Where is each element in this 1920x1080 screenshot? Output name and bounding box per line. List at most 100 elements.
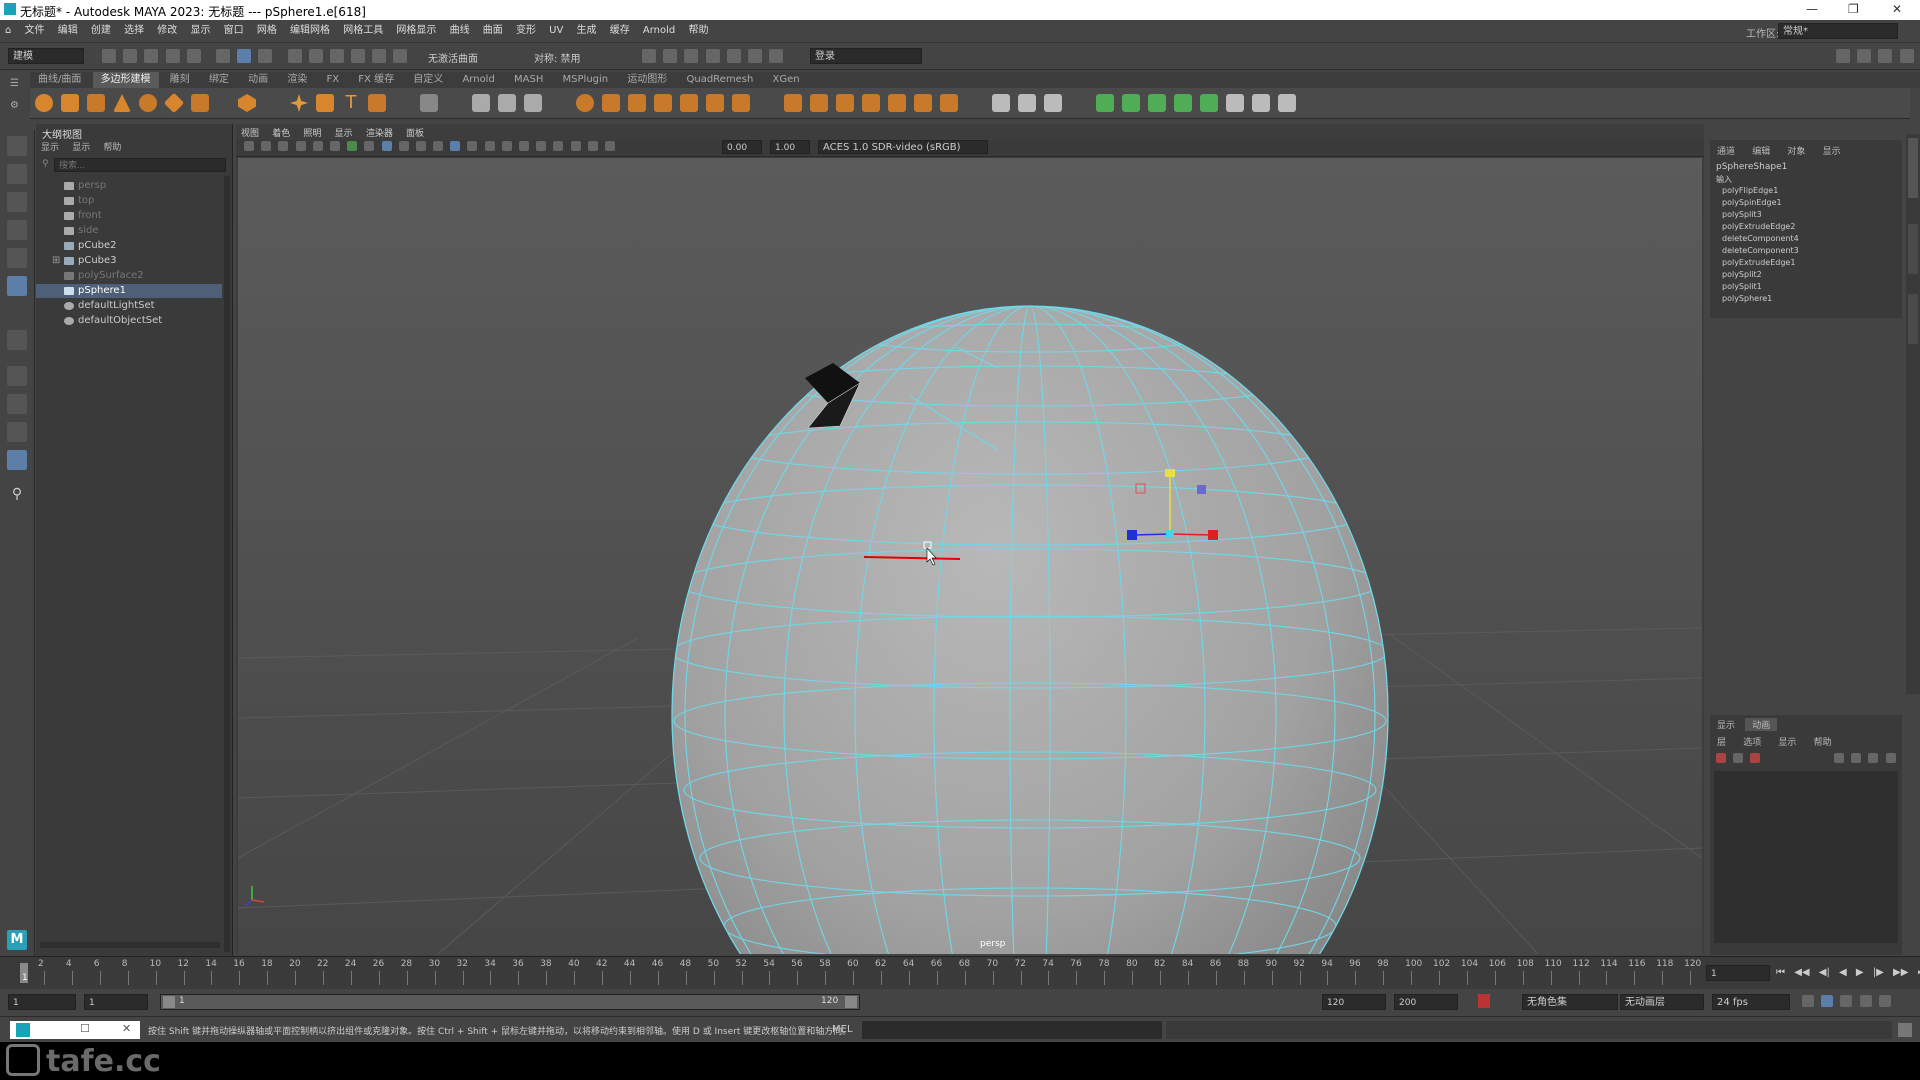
rotate-tool-icon[interactable] (7, 248, 27, 268)
bevel-icon[interactable] (836, 94, 854, 112)
login-dropdown[interactable]: 登录 (810, 48, 922, 64)
ipr-render-icon[interactable] (663, 49, 678, 63)
outliner-persp-layout-icon[interactable] (7, 450, 27, 470)
xray-joints-icon[interactable] (587, 141, 598, 151)
history-node[interactable]: deleteComponent3 (1722, 246, 1799, 255)
current-frame-field[interactable]: 1 (1706, 965, 1770, 981)
menu-display[interactable]: 显示 (185, 20, 215, 42)
select-tool-icon[interactable] (7, 136, 27, 156)
shelf-tab-msplugin[interactable]: MSPlugin (555, 72, 617, 88)
shaded-wireframe-icon[interactable] (415, 141, 426, 151)
viewport-menu-shading[interactable]: 着色 (267, 126, 295, 139)
shelf-tab-rigging[interactable]: 绑定 (201, 72, 237, 88)
menu-curves[interactable]: 曲线 (445, 20, 475, 42)
channel-box-icon[interactable] (1899, 49, 1914, 63)
layer-menu-layers[interactable]: 层 (1710, 735, 1733, 748)
shelf-tab-mash[interactable]: MASH (506, 72, 551, 88)
menu-deform[interactable]: 变形 (511, 20, 541, 42)
minimize-icon[interactable]: — (1806, 2, 1818, 16)
last-tool-icon[interactable] (7, 330, 27, 350)
manipulator-y-handle[interactable] (1165, 469, 1175, 477)
anim-layer-dropdown[interactable]: 无动画层 (1620, 994, 1704, 1010)
shelf-gear-icon[interactable]: ⚙ (10, 100, 19, 111)
poly-torus-icon[interactable] (139, 94, 157, 112)
outliner-menu-help[interactable]: 帮助 (98, 140, 126, 153)
shelf-tab-curves[interactable]: 曲线/曲面 (30, 72, 89, 88)
wedge-icon[interactable] (914, 94, 932, 112)
viewport-scene[interactable]: persp (238, 158, 1702, 954)
uv-editor-icon[interactable] (420, 94, 438, 112)
history-node[interactable]: polySpinEdge1 (1722, 198, 1782, 207)
history-node[interactable]: polySplit1 (1722, 282, 1762, 291)
exposure-field[interactable]: 0.00 (722, 140, 762, 154)
layout-uv-icon[interactable] (1226, 94, 1244, 112)
menu-arnold[interactable]: Arnold (638, 20, 680, 42)
planar-uv-icon[interactable] (1096, 94, 1114, 112)
timeline-ruler[interactable]: 1 2 4 6 8 10 12 14 16 18 20 22 24 26 28 30 32 34 36 38 40 42… (14, 957, 1702, 987)
outliner-menu-display[interactable]: 显示 (36, 140, 64, 153)
menu-windows[interactable]: 窗口 (219, 20, 249, 42)
attribute-editor-tab[interactable] (1908, 224, 1918, 274)
unfold-uv-icon[interactable] (1200, 94, 1218, 112)
gamma-field[interactable]: 1.00 (770, 140, 810, 154)
default-material-icon[interactable] (433, 141, 444, 151)
menu-edit-mesh[interactable]: 编辑网格 (285, 20, 335, 42)
camera-attributes-icon[interactable] (261, 141, 272, 151)
viewport-menu-renderer[interactable]: 渲染器 (361, 126, 398, 139)
snap-surface-icon[interactable] (372, 49, 387, 63)
remesh-icon[interactable] (732, 94, 750, 112)
outliner-item[interactable]: defaultObjectSet (36, 314, 222, 328)
scene-start-field[interactable]: 1 (8, 994, 76, 1010)
step-forward-key-icon[interactable]: ▶▶ (1893, 967, 1908, 978)
menu-mesh[interactable]: 网格 (252, 20, 282, 42)
cylindrical-uv-icon[interactable] (1122, 94, 1140, 112)
modeling-toolkit-tab[interactable] (1908, 294, 1918, 344)
poly-sphere-icon[interactable] (35, 94, 53, 112)
bridge-icon[interactable] (810, 94, 828, 112)
grease-pencil-icon[interactable] (329, 141, 340, 151)
history-node[interactable]: polySplit3 (1722, 210, 1762, 219)
isolate-select-icon[interactable] (553, 141, 564, 151)
workspace-dropdown[interactable]: 常规* (1778, 23, 1898, 39)
two-pane-icon[interactable] (7, 422, 27, 442)
select-object-icon[interactable] (237, 49, 252, 63)
anti-alias-icon[interactable] (536, 141, 547, 151)
poly-cone-icon[interactable] (113, 94, 131, 112)
viewport-menu-show[interactable]: 显示 (330, 126, 358, 139)
boolean-difference-icon[interactable] (602, 94, 620, 112)
script-editor-icon[interactable] (1898, 1023, 1912, 1037)
select-hierarchy-icon[interactable] (215, 49, 230, 63)
hypershade-icon[interactable] (705, 49, 720, 63)
multi-cut-icon[interactable] (992, 94, 1010, 112)
expand-icon[interactable]: ⊞ (52, 254, 60, 268)
history-node[interactable]: polyFlipEdge1 (1722, 186, 1778, 195)
open-scene-icon[interactable] (123, 49, 138, 63)
home-icon[interactable]: ⌂ (0, 20, 16, 42)
menu-cache[interactable]: 缓存 (605, 20, 635, 42)
menu-modify[interactable]: 修改 (152, 20, 182, 42)
thumbnail-close-icon[interactable]: ✕ (122, 1022, 131, 1035)
shelf-tab-fx-cache[interactable]: FX 缓存 (350, 72, 402, 88)
poly-cylinder-icon[interactable] (87, 94, 105, 112)
lights-icon[interactable] (467, 141, 478, 151)
colorspace-dropdown[interactable]: ACES 1.0 SDR-video (sRGB) (818, 140, 988, 154)
camera-select-icon[interactable] (244, 141, 254, 151)
outliner-menu-show[interactable]: 显示 (67, 140, 95, 153)
shelf-tab-sculpting[interactable]: 雕刻 (162, 72, 198, 88)
render-frame-icon[interactable] (642, 49, 656, 63)
play-forward-icon[interactable]: ▶ (1856, 967, 1864, 978)
layer-move-down-icon[interactable] (1851, 753, 1862, 763)
sound-icon[interactable] (1840, 995, 1853, 1007)
save-scene-icon[interactable] (144, 49, 159, 63)
menu-uv[interactable]: UV (544, 20, 568, 42)
bookmark-icon[interactable] (278, 141, 289, 151)
snap-view-icon[interactable] (351, 49, 366, 63)
menu-file[interactable]: 文件 (20, 20, 50, 42)
restore-icon[interactable]: ❐ (1848, 2, 1859, 16)
menu-edit[interactable]: 编辑 (53, 20, 83, 42)
wireframe-icon[interactable] (381, 141, 392, 151)
shelf-menu-icon[interactable]: ☰ (10, 78, 19, 89)
menu-help[interactable]: 帮助 (683, 20, 713, 42)
paint-select-tool-icon[interactable] (7, 192, 27, 212)
layer-key-weight-icon[interactable] (1750, 753, 1761, 763)
